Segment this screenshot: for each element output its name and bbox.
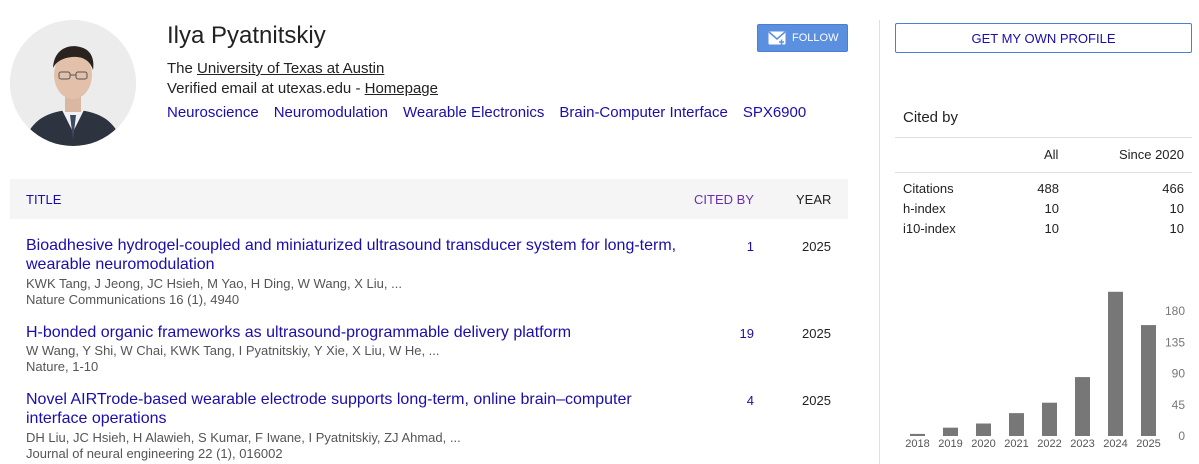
bar-2022[interactable]: [1042, 402, 1057, 436]
interest-link[interactable]: Wearable Electronics: [403, 104, 544, 121]
article-year: 2025: [802, 239, 831, 254]
article-venue: Nature Communications 16 (1), 4940: [26, 292, 240, 307]
x-tick-label: 2023: [1070, 438, 1094, 450]
article-year: 2025: [802, 326, 831, 341]
stat-label: h-index: [903, 201, 946, 216]
x-tick-label: 2021: [1004, 438, 1028, 450]
bar-2020[interactable]: [976, 423, 991, 436]
table-header: TITLE CITED BY YEAR: [10, 179, 848, 219]
x-tick-label: 2025: [1136, 438, 1160, 450]
col-all: All: [1044, 147, 1059, 162]
bar-2018[interactable]: [910, 433, 925, 436]
affiliation-link[interactable]: University of Texas at Austin: [197, 60, 384, 77]
article-authors: KWK Tang, J Jeong, JC Hsieh, M Yao, H Di…: [26, 276, 402, 291]
stat-all: 488: [1037, 181, 1059, 196]
article-year: 2025: [802, 393, 831, 408]
bar-2019[interactable]: [943, 427, 958, 436]
y-tick-label: 45: [1172, 398, 1186, 412]
citations-bar-chart: 0 45 90 135 180 2018 2019 2020 2021 2022 2023 2024 2…: [905, 291, 1186, 450]
article-authors: W Wang, Y Shi, W Chai, KWK Tang, I Pyatn…: [26, 343, 440, 358]
homepage-link[interactable]: Homepage: [365, 80, 438, 97]
x-tick-label: 2019: [938, 438, 962, 450]
stat-since: 10: [1169, 201, 1184, 216]
email-text: Verified email at utexas.edu -: [167, 80, 365, 97]
article-title[interactable]: Novel AIRTrode-based wearable electrode …: [26, 390, 686, 428]
divider-line: [895, 137, 1192, 138]
col-since: Since 2020: [1118, 147, 1184, 162]
bar-2025[interactable]: [1141, 325, 1156, 436]
article-venue: Journal of neural engineering 22 (1), 01…: [26, 446, 283, 461]
article-title[interactable]: H-bonded organic frameworks as ultrasoun…: [26, 323, 686, 342]
x-tick-label: 2018: [905, 438, 929, 450]
article-title[interactable]: Bioadhesive hydrogel-coupled and miniatu…: [26, 236, 686, 274]
interest-link[interactable]: Neuroscience: [167, 104, 259, 121]
stat-label: Citations: [903, 181, 954, 196]
interest-link[interactable]: Brain-Computer Interface: [559, 104, 727, 121]
cited-by-count[interactable]: 4: [747, 393, 754, 408]
bar-2023[interactable]: [1075, 377, 1090, 436]
y-tick-label: 135: [1165, 335, 1185, 349]
profile-name: Ilya Pyatnitskiy: [167, 22, 326, 49]
sort-by-cited[interactable]: CITED BY: [694, 192, 754, 207]
profile-avatar: [10, 20, 136, 146]
interests-list: Neuroscience Neuromodulation Wearable Elec…: [167, 104, 806, 121]
envelope-icon: [768, 31, 786, 45]
article-venue: Nature, 1-10: [26, 359, 99, 374]
cited-by-count[interactable]: 1: [747, 239, 754, 254]
interest-link[interactable]: SPX6900: [743, 104, 806, 121]
profile-email: Verified email at utexas.edu - Homepage: [167, 80, 438, 97]
sort-by-title[interactable]: TITLE: [26, 192, 61, 207]
x-tick-label: 2024: [1103, 438, 1127, 450]
panel-divider: [879, 20, 880, 464]
stat-since: 10: [1169, 221, 1184, 236]
y-tick-label: 0: [1178, 429, 1185, 443]
stat-all: 10: [1044, 201, 1059, 216]
stat-label: i10-index: [903, 221, 956, 236]
affiliation-prefix: The: [167, 60, 198, 77]
x-tick-label: 2022: [1037, 438, 1061, 450]
y-tick-label: 180: [1165, 304, 1185, 318]
bar-2021[interactable]: [1009, 413, 1024, 436]
follow-button[interactable]: FOLLOW: [757, 24, 848, 52]
bar-2024[interactable]: [1108, 291, 1123, 436]
get-own-profile-button[interactable]: GET MY OWN PROFILE: [895, 23, 1192, 53]
divider-line: [895, 172, 1192, 173]
y-tick-label: 90: [1172, 367, 1186, 381]
x-tick-label: 2020: [971, 438, 995, 450]
interest-link[interactable]: Neuromodulation: [274, 104, 388, 121]
profile-affiliation: The University of Texas at Austin: [167, 60, 384, 77]
stat-since: 466: [1162, 181, 1184, 196]
article-authors: DH Liu, JC Hsieh, H Alawieh, S Kumar, F …: [26, 430, 461, 445]
follow-label: FOLLOW: [792, 32, 839, 44]
stat-all: 10: [1044, 221, 1059, 236]
cited-by-count[interactable]: 19: [740, 326, 754, 341]
sort-by-year[interactable]: YEAR: [796, 192, 831, 207]
cited-by-heading: Cited by: [903, 109, 959, 126]
